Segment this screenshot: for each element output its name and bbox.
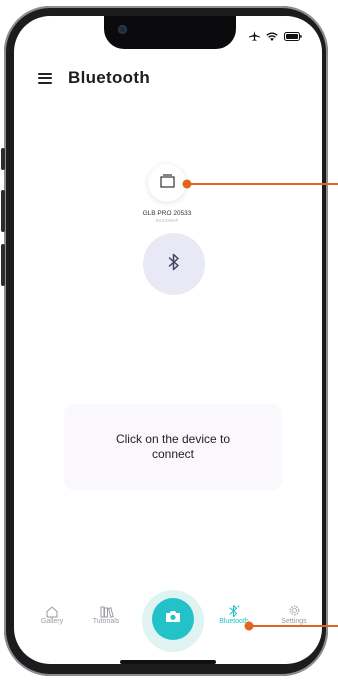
annotation-dot-device — [182, 179, 192, 189]
annotation-layer — [182, 179, 338, 631]
annotation-dot-bluetooth-tab — [244, 621, 254, 631]
